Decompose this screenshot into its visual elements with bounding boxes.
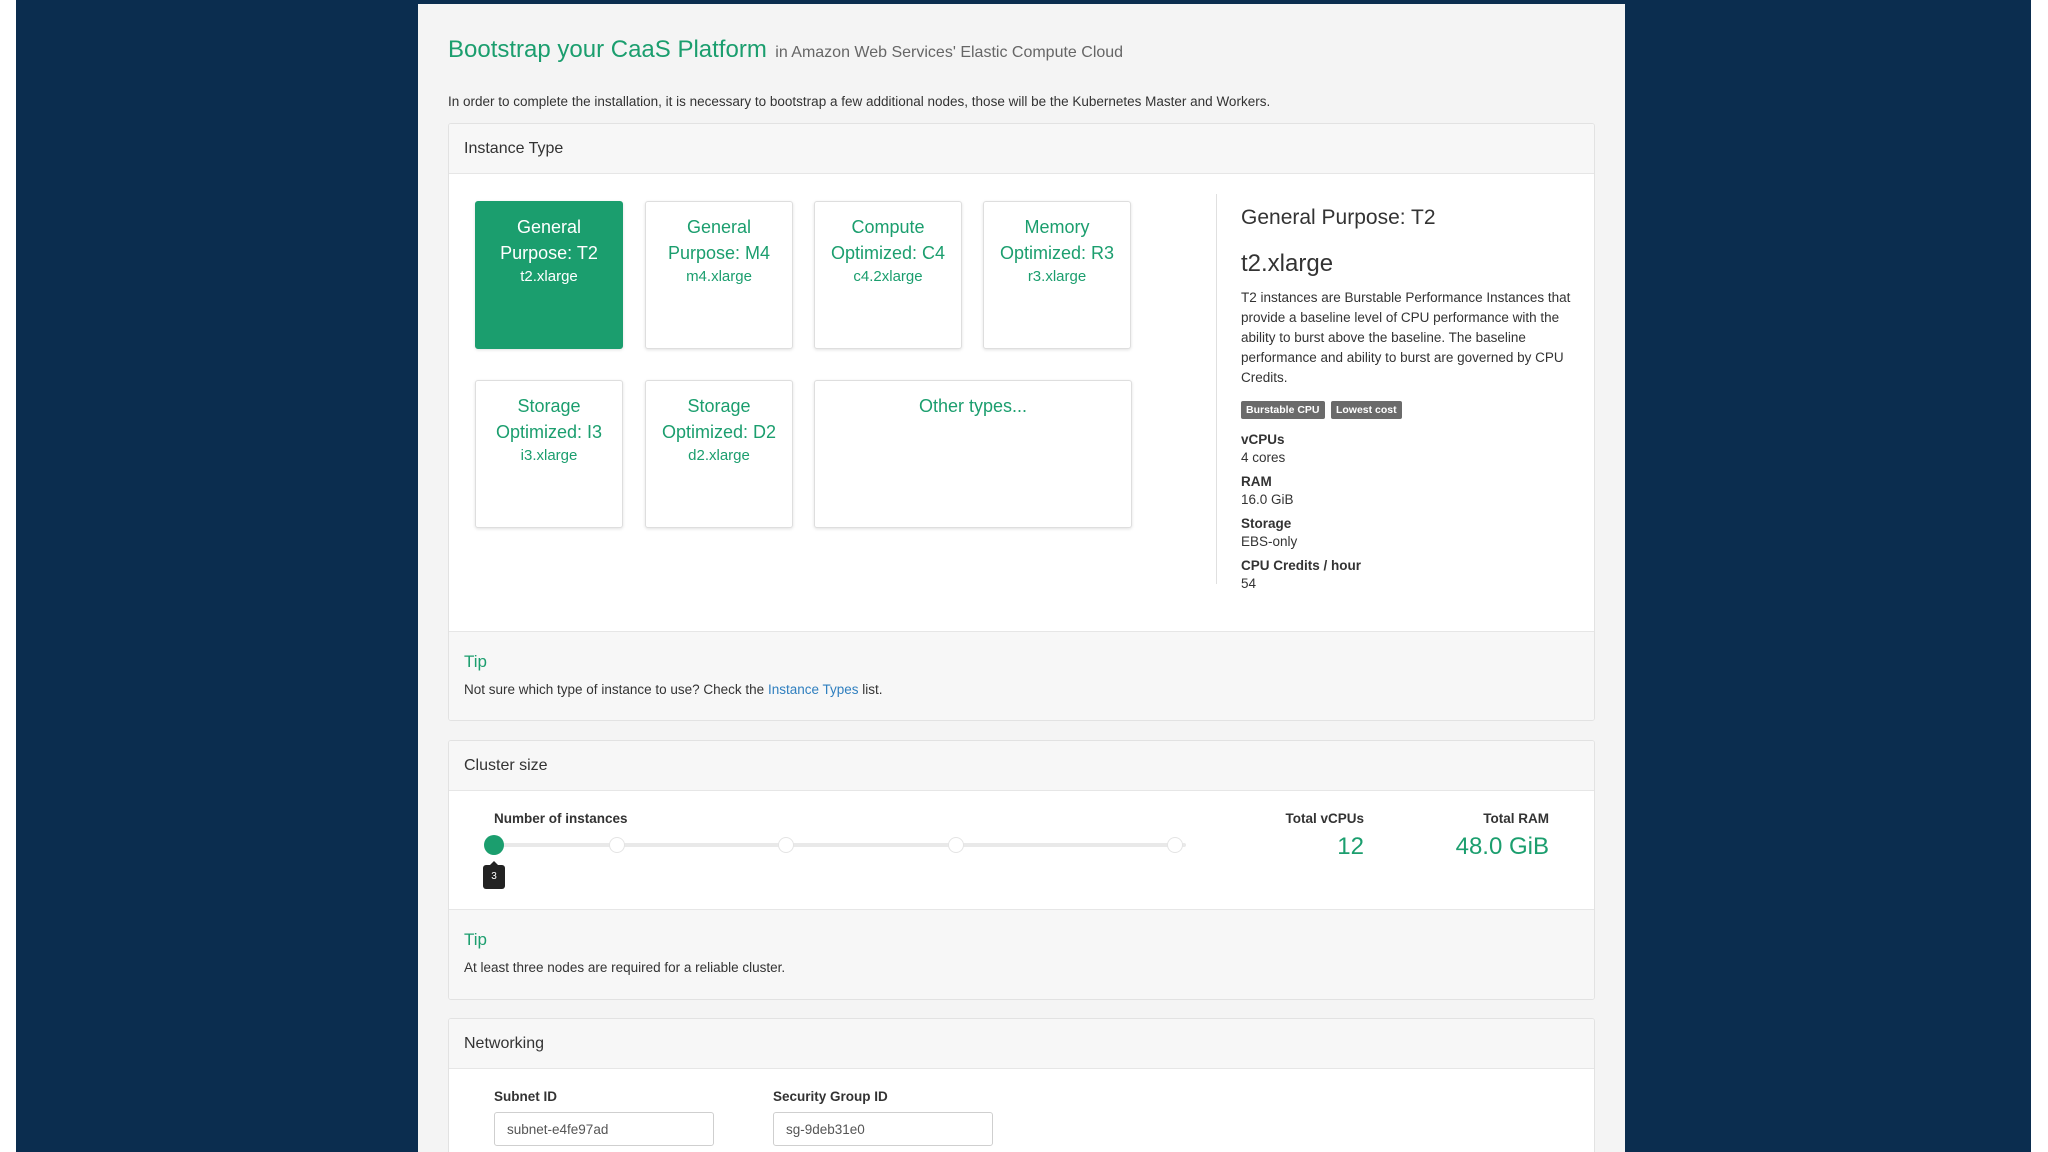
tip-text-after: list.	[862, 682, 883, 697]
instances-slider-track[interactable]	[494, 843, 1186, 847]
instance-card-name: Memory Optimized: R3	[999, 217, 1115, 263]
tip-text: Not sure which type of instance to use? …	[464, 682, 1579, 697]
spec-value-storage: EBS-only	[1241, 534, 1298, 549]
instance-detail: General Purpose: T2 t2.xlarge T2 instanc…	[1241, 206, 1571, 591]
page-subtitle: in Amazon Web Services' Elastic Compute …	[775, 44, 1124, 61]
slider-step-dot[interactable]	[948, 837, 964, 853]
tip-text-before: Not sure which type of instance to use? …	[464, 682, 765, 697]
instances-slider-value: 3	[483, 861, 505, 889]
security-group-id-label: Security Group ID	[773, 1089, 888, 1104]
slider-step-dot[interactable]	[778, 837, 794, 853]
instance-card-general-purpose-t2[interactable]: General Purpose: T2 t2.xlarge	[475, 201, 623, 349]
instance-card-size: m4.xlarge	[686, 268, 752, 285]
page-title-row: Bootstrap your CaaS Platform in Amazon W…	[448, 36, 1123, 64]
instance-card-size: d2.xlarge	[688, 447, 750, 464]
slider-step-dot[interactable]	[609, 837, 625, 853]
tip-text: At least three nodes are required for a …	[464, 960, 786, 975]
instance-card-name: Storage Optimized: D2	[661, 396, 777, 442]
instance-type-tip: Tip Not sure which type of instance to u…	[449, 631, 1594, 720]
total-ram-label: Total RAM	[1483, 811, 1549, 826]
instance-card-name: Storage Optimized: I3	[495, 396, 603, 442]
instance-types-link[interactable]: Instance Types	[768, 682, 859, 697]
detail-description: T2 instances are Burstable Performance I…	[1241, 290, 1571, 385]
slider-step-dot[interactable]	[1167, 837, 1183, 853]
spec-value-ram: 16.0 GiB	[1241, 492, 1294, 507]
instance-card-name: Compute Optimized: C4	[830, 217, 946, 263]
subnet-id-label: Subnet ID	[494, 1089, 557, 1104]
security-group-id-input[interactable]	[773, 1112, 993, 1146]
instance-card-storage-optimized-i3[interactable]: Storage Optimized: I3 i3.xlarge	[475, 380, 623, 528]
instance-card-name: General Purpose: T2	[500, 217, 598, 263]
badge-lowest-cost: Lowest cost	[1330, 401, 1402, 419]
spec-label-storage: Storage	[1241, 516, 1292, 531]
cluster-size-tip: Tip At least three nodes are required fo…	[449, 909, 1594, 999]
tip-title: Tip	[464, 652, 487, 671]
instance-type-heading: Instance Type	[449, 124, 1594, 174]
detail-title: General Purpose: T2	[1241, 206, 1436, 229]
instance-card-size: r3.xlarge	[1027, 268, 1087, 285]
instance-card-name: Other types...	[918, 396, 1028, 416]
total-ram-value: 48.0 GiB	[1455, 833, 1549, 860]
instance-card-other-types[interactable]: Other types...	[814, 380, 1132, 528]
intro-text: In order to complete the installation, i…	[448, 94, 1271, 109]
detail-badges: Burstable CPU Lowest cost	[1241, 400, 1571, 419]
spec-label-vcpus: vCPUs	[1241, 432, 1285, 447]
instance-card-name: General Purpose: M4	[667, 217, 771, 263]
bootstrap-page: Bootstrap your CaaS Platform in Amazon W…	[418, 4, 1625, 1152]
networking-heading: Networking	[449, 1019, 1594, 1069]
instance-card-size: c4.2xlarge	[853, 268, 923, 285]
cluster-size-heading: Cluster size	[449, 741, 1594, 791]
spec-value-vcpus: 4 cores	[1241, 450, 1286, 465]
page-title: Bootstrap your CaaS Platform	[448, 36, 767, 63]
total-vcpus-label: Total vCPUs	[1285, 811, 1364, 826]
instances-slider-thumb[interactable]	[484, 835, 504, 855]
detail-size: t2.xlarge	[1241, 250, 1334, 277]
tip-title: Tip	[464, 930, 487, 949]
spec-label-cpu-credits: CPU Credits / hour	[1241, 558, 1362, 573]
instances-label: Number of instances	[494, 811, 628, 826]
cluster-size-panel: Cluster size Number of instances 3 Total…	[448, 740, 1595, 1000]
instance-card-compute-optimized-c4[interactable]: Compute Optimized: C4 c4.2xlarge	[814, 201, 962, 349]
badge-burstable-cpu: Burstable CPU	[1241, 401, 1325, 419]
instance-card-storage-optimized-d2[interactable]: Storage Optimized: D2 d2.xlarge	[645, 380, 793, 528]
subnet-id-input[interactable]	[494, 1112, 714, 1146]
networking-panel: Networking Subnet ID Security Group ID	[448, 1018, 1595, 1152]
instance-type-panel: Instance Type General Purpose: T2 t2.xla…	[448, 123, 1595, 721]
spec-value-cpu-credits: 54	[1241, 576, 1257, 591]
instance-card-size: i3.xlarge	[520, 447, 578, 464]
instance-card-general-purpose-m4[interactable]: General Purpose: M4 m4.xlarge	[645, 201, 793, 349]
spec-label-ram: RAM	[1241, 474, 1272, 489]
instance-card-size: t2.xlarge	[520, 268, 578, 285]
detail-divider	[1216, 194, 1217, 584]
total-vcpus-value: 12	[1337, 833, 1364, 860]
instance-card-memory-optimized-r3[interactable]: Memory Optimized: R3 r3.xlarge	[983, 201, 1131, 349]
